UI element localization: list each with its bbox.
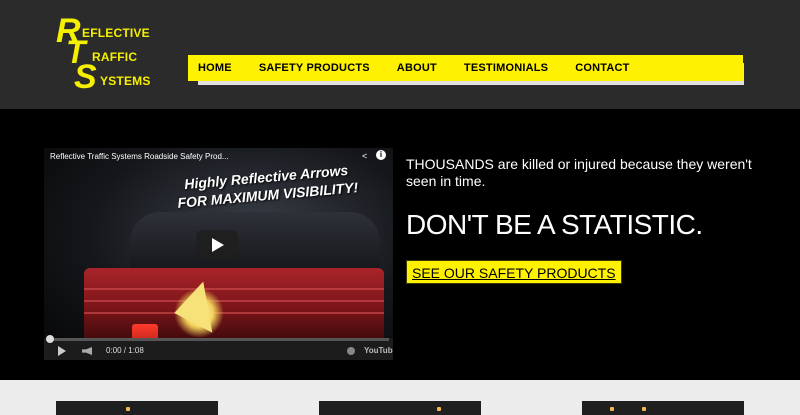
video-title[interactable]: Reflective Traffic Systems Roadside Safe… [50,152,229,161]
scrubber-handle[interactable] [46,335,54,343]
settings-icon[interactable] [347,347,355,355]
nav-contact[interactable]: CONTACT [575,62,629,74]
logo-word-traffic: RAFFIC [92,50,138,64]
site-header: R EFLECTIVE T RAFFIC S YSTEMS HOME SAFET… [0,0,800,109]
nav-home[interactable]: HOME [198,62,232,74]
product-thumbnail[interactable] [56,401,218,415]
truck-window [130,212,380,274]
youtube-video-player[interactable]: Highly Reflective Arrows FOR MAXIMUM VIS… [44,148,393,360]
nav-about[interactable]: ABOUT [397,62,437,74]
tailgate-stripe [84,312,384,314]
truck-tailgate [84,268,384,343]
product-thumbnail[interactable] [319,401,481,415]
main-nav: HOME SAFETY PRODUCTS ABOUT TESTIMONIALS … [188,55,743,81]
rts-logo[interactable]: R EFLECTIVE T RAFFIC S YSTEMS [52,12,162,96]
progress-bar[interactable] [48,338,389,341]
play-icon[interactable] [196,230,238,260]
video-time: 0:00 / 1:08 [106,346,144,355]
video-controls [44,338,393,360]
thumbnail-light [642,407,646,411]
thumbnail-light [437,407,441,411]
youtube-logo[interactable]: YouTube [364,346,393,355]
logo-word-systems: YSTEMS [100,74,151,88]
logo-word-reflective: EFLECTIVE [82,26,150,40]
thumbnail-light [610,407,614,411]
hero-headline: DON'T BE A STATISTIC. [406,209,703,240]
nav-testimonials[interactable]: TESTIMONIALS [464,62,548,74]
nav-safety-products[interactable]: SAFETY PRODUCTS [259,62,370,74]
share-icon[interactable]: < [362,151,367,161]
tailgate-stripe [84,300,384,302]
product-thumbnail[interactable] [582,401,744,415]
see-safety-products-button[interactable]: SEE OUR SAFETY PRODUCTS [406,260,622,284]
control-play-icon[interactable] [58,346,66,356]
hero-tagline: THOUSANDS are killed or injured because … [406,156,752,189]
hero-section: Highly Reflective Arrows FOR MAXIMUM VIS… [0,109,800,380]
logo-initial-s: S [74,58,97,96]
info-icon[interactable]: i [376,150,386,160]
thumbnail-light [126,407,130,411]
tailgate-stripe [84,288,384,290]
